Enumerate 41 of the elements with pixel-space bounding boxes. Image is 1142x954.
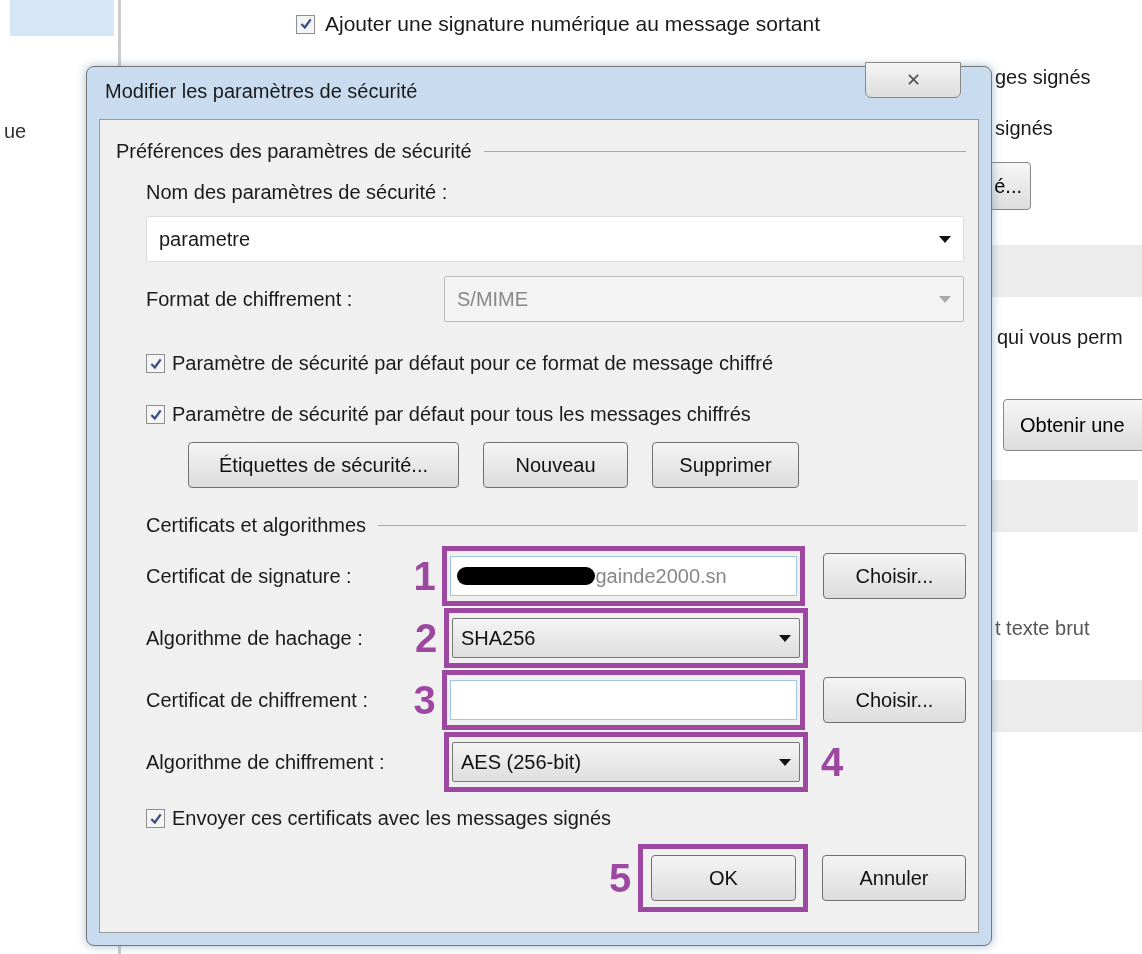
field-label: Certificat de chiffrement : [146,688,369,712]
option-label: signés [995,117,1053,140]
field-label: Format de chiffrement : [146,287,354,311]
option-label: Ajouter une signature numérique au message sortant [325,12,820,36]
field-label: Algorithme de hachage : [146,626,364,650]
description-text: qui vous perm [997,326,1123,349]
checkbox-label: Paramètre de sécurité par défaut pour ce format de message chiffré [172,352,774,375]
annotation-number: 2 [413,615,439,661]
choose-button[interactable]: Choisir... [822,553,966,599]
checkbox[interactable] [146,405,165,424]
name-dropdown[interactable]: parametre [146,216,964,262]
option-label: t texte brut [995,617,1090,640]
window-title: Modifier les paramètres de sécurité [105,80,418,103]
cancel-button[interactable]: Annuler [822,855,966,901]
choose-button[interactable]: Choisir... [822,677,966,723]
algorithm-dropdown[interactable]: AES (256-bit) [452,742,800,782]
checkbox[interactable] [296,14,315,34]
dialog-button[interactable]: Étiquettes de sécurité... [188,442,459,488]
certificate-field[interactable]: gainde2000.sn [450,556,797,596]
field-label: Algorithme de chiffrement : [146,750,386,774]
annotation-number: 3 [412,677,437,723]
dialog-button[interactable]: Nouveau [483,442,628,488]
field-label: Nom des paramètres de sécurité : [146,181,449,204]
checkbox[interactable] [146,354,165,373]
sidebar-item[interactable]: ue [4,120,27,143]
checkbox[interactable] [146,809,165,828]
annotation-number: 4 [819,739,845,785]
checkbox-label: Paramètre de sécurité par défaut pour tous les messages chiffrés [172,403,751,426]
field-label: Certificat de signature : [146,564,353,588]
option-label: ges signés [995,66,1091,89]
checkbox-label: Envoyer ces certificats avec les messages signés [172,807,612,830]
ok-button[interactable]: OK [651,855,796,901]
group-title: Certificats et algorithmes [146,514,367,537]
dialog-button[interactable]: Supprimer [652,442,799,488]
close-button[interactable]: ✕ [865,62,961,98]
algorithm-dropdown[interactable]: SHA256 [452,618,800,658]
certificate-field[interactable] [450,680,797,720]
group-title: Préférences des paramètres de sécurité [116,140,472,163]
get-id-button[interactable]: Obtenir une [1003,399,1142,451]
annotation-number: 1 [412,553,437,599]
annotation-number: 5 [607,855,633,901]
